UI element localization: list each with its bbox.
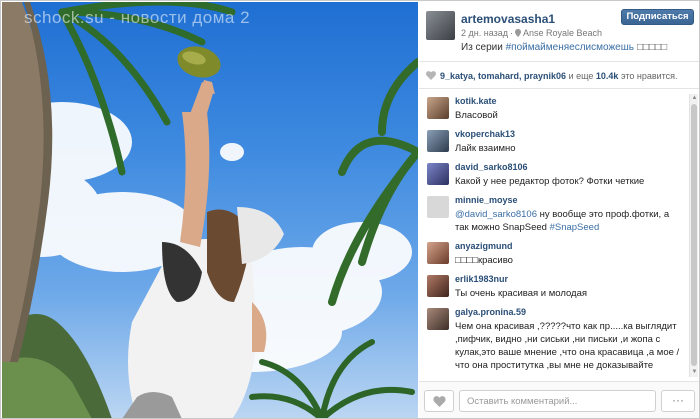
comment-username[interactable]: galya.pronina.59 bbox=[455, 307, 526, 317]
comment-username[interactable]: anyazigmund bbox=[455, 241, 513, 251]
commenter-avatar[interactable] bbox=[427, 242, 449, 264]
post-header: artemovasasha1 2 дн. назад · Anse Royale B… bbox=[419, 2, 699, 62]
likes-users[interactable]: 9_katya, tomahard, praynik06 bbox=[440, 71, 566, 81]
caption-hashtag[interactable]: #поймайменяеслисможешь bbox=[506, 42, 634, 53]
likes-bar: 9_katya, tomahard, praynik06 и еще 10.4k… bbox=[419, 63, 699, 89]
commenter-avatar[interactable] bbox=[427, 97, 449, 119]
commenter-avatar[interactable] bbox=[427, 275, 449, 297]
instagram-post-window: schock.su - новости дома 2 artemovasasha… bbox=[0, 0, 700, 419]
comment-mention[interactable]: @david_sarko8106 bbox=[455, 209, 537, 220]
post-location[interactable]: Anse Royale Beach bbox=[523, 28, 602, 38]
comment-text: Какой у нее редактор фоток? Фотки четкие bbox=[455, 176, 645, 187]
likes-count[interactable]: 10.4k bbox=[596, 71, 619, 81]
post-meta: 2 дн. назад · Anse Royale Beach bbox=[461, 28, 603, 38]
likes-suffix: это нравится. bbox=[618, 71, 678, 81]
post-side-panel: artemovasasha1 2 дн. назад · Anse Royale B… bbox=[419, 2, 699, 418]
comments-scrollbar[interactable]: ▲ ▼ bbox=[689, 94, 698, 377]
comment-text: Власовой bbox=[455, 110, 498, 121]
comment-input[interactable] bbox=[459, 390, 656, 412]
comment-text: □□□□красиво bbox=[455, 255, 513, 266]
comment-text: Чем она красивая ,?????что как пр.....ка… bbox=[455, 321, 680, 371]
heart-icon bbox=[426, 71, 436, 80]
comment-username[interactable]: erlik1983nur bbox=[455, 274, 508, 284]
comment-composer: ··· bbox=[419, 381, 699, 418]
commenter-avatar[interactable] bbox=[427, 196, 449, 218]
author-username[interactable]: artemovasasha1 bbox=[461, 12, 555, 26]
comment-text: Лайк взаимно bbox=[455, 143, 516, 154]
comment-text: Ты очень красивая и молодая bbox=[455, 288, 588, 299]
comment-username[interactable]: kotik.kate bbox=[455, 96, 497, 106]
likes-and-more: и еще bbox=[566, 71, 596, 81]
watermark-text: schock.su - новости дома 2 bbox=[24, 8, 251, 27]
commenter-avatar[interactable] bbox=[427, 163, 449, 185]
comments-list: kotik.kate Власовой vkoperchak13 Лайк вз… bbox=[419, 94, 687, 377]
comment-username[interactable]: david_sarko8106 bbox=[455, 162, 528, 172]
comment-text: @david_sarko8106 ну вообще это проф.фотк… bbox=[455, 208, 683, 234]
more-options-button[interactable]: ··· bbox=[661, 390, 695, 412]
scroll-down-arrow-icon[interactable]: ▼ bbox=[691, 369, 698, 376]
comment-username[interactable]: minnie_moyse bbox=[455, 195, 518, 205]
scrollbar-thumb[interactable] bbox=[691, 104, 697, 366]
post-photo[interactable]: schock.su - новости дома 2 bbox=[2, 2, 418, 418]
author-avatar[interactable] bbox=[426, 11, 455, 40]
scroll-up-arrow-icon[interactable]: ▲ bbox=[691, 95, 698, 102]
heart-icon bbox=[433, 396, 446, 407]
caption-emoji: □□□□□ bbox=[636, 42, 668, 53]
commenter-avatar[interactable] bbox=[427, 308, 449, 330]
post-caption: Из серии #поймайменяеслисможешь □□□□□ bbox=[461, 42, 667, 53]
beach-scene-illustration bbox=[2, 2, 418, 418]
post-time[interactable]: 2 дн. назад bbox=[461, 28, 508, 38]
follow-button[interactable]: Подписаться bbox=[621, 9, 694, 25]
location-pin-icon bbox=[515, 29, 521, 37]
comment-hashtag[interactable]: #SnapSeed bbox=[550, 222, 600, 233]
like-button[interactable] bbox=[424, 390, 454, 412]
commenter-avatar[interactable] bbox=[427, 130, 449, 152]
caption-text: Из серии bbox=[461, 42, 506, 53]
comment-username[interactable]: vkoperchak13 bbox=[455, 129, 515, 139]
